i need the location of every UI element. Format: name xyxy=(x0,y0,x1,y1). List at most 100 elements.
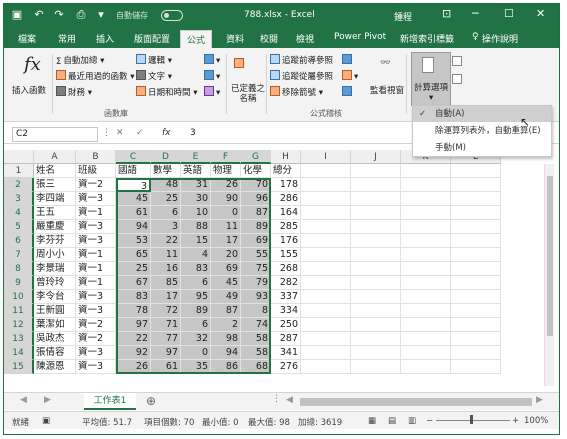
table-cell[interactable]: 71 xyxy=(151,318,181,332)
menu-item-automatic[interactable]: ✓ 自動(A) xyxy=(413,106,551,122)
table-cell[interactable] xyxy=(351,346,401,360)
table-cell[interactable] xyxy=(451,332,501,346)
table-cell[interactable] xyxy=(351,164,401,178)
table-cell[interactable]: 8 xyxy=(241,304,271,318)
table-cell[interactable]: 67 xyxy=(116,276,151,290)
remove-arrows-button[interactable]: 移除箭號 ▾ xyxy=(270,86,323,98)
table-cell[interactable] xyxy=(351,248,401,262)
zoom-slider[interactable] xyxy=(436,420,510,421)
table-cell[interactable] xyxy=(401,318,451,332)
table-cell[interactable] xyxy=(451,290,501,304)
table-cell[interactable]: 17 xyxy=(211,234,241,248)
table-cell[interactable] xyxy=(351,332,401,346)
tab-layout[interactable]: 版面配置 xyxy=(134,32,170,45)
table-cell[interactable] xyxy=(351,318,401,332)
table-cell[interactable]: 48 xyxy=(151,178,181,192)
table-cell[interactable] xyxy=(301,332,351,346)
page-break-icon[interactable]: ▥ xyxy=(408,416,416,426)
logical-button[interactable]: 邏輯 ▾ xyxy=(136,54,172,66)
table-cell[interactable]: 資一3 xyxy=(76,346,116,360)
add-sheet-icon[interactable]: ⊕ xyxy=(146,394,156,408)
table-cell[interactable]: 85 xyxy=(151,276,181,290)
row-header[interactable]: 9 xyxy=(4,276,34,290)
table-cell[interactable]: 6 xyxy=(151,206,181,220)
scroll-thumb[interactable] xyxy=(547,176,553,336)
table-cell[interactable]: 李令台 xyxy=(34,290,76,304)
table-cell[interactable]: 72 xyxy=(151,304,181,318)
table-cell[interactable]: 30 xyxy=(181,192,211,206)
table-cell[interactable]: 26 xyxy=(211,178,241,192)
table-cell[interactable]: 94 xyxy=(116,220,151,234)
redo-icon[interactable]: ↷ xyxy=(52,8,66,22)
table-cell[interactable]: 2 xyxy=(211,318,241,332)
table-cell[interactable]: 176 xyxy=(271,234,301,248)
select-all-corner[interactable] xyxy=(4,150,34,164)
column-header[interactable]: C xyxy=(116,150,151,164)
financial-button[interactable]: 財務 ▾ xyxy=(56,86,92,98)
table-cell[interactable] xyxy=(401,234,451,248)
zoom-in-icon[interactable]: + xyxy=(512,416,519,426)
table-cell[interactable]: 26 xyxy=(116,360,151,374)
save-icon[interactable]: ▣ xyxy=(10,8,24,22)
table-cell[interactable] xyxy=(301,262,351,276)
table-cell[interactable] xyxy=(301,192,351,206)
table-cell[interactable]: 92 xyxy=(116,346,151,360)
table-cell[interactable]: 數學 xyxy=(151,164,181,178)
table-cell[interactable]: 3 xyxy=(116,178,151,192)
datetime-button[interactable]: 日期和時間 ▾ xyxy=(136,86,197,98)
table-cell[interactable]: 資一1 xyxy=(76,248,116,262)
insert-function-button[interactable]: 插入函數 xyxy=(12,84,46,96)
table-cell[interactable]: 74 xyxy=(241,318,271,332)
row-header[interactable]: 2 xyxy=(4,178,34,192)
table-cell[interactable]: 資一3 xyxy=(76,192,116,206)
table-cell[interactable]: 86 xyxy=(211,360,241,374)
table-cell[interactable]: 李四端 xyxy=(34,192,76,206)
table-cell[interactable]: 資一3 xyxy=(76,304,116,318)
more-functions-button[interactable]: ▾ xyxy=(204,86,220,98)
table-cell[interactable]: 6 xyxy=(181,276,211,290)
tab-view[interactable]: 檢視 xyxy=(296,32,314,45)
maximize-icon[interactable]: ☐ xyxy=(504,7,514,20)
table-cell[interactable]: 資一3 xyxy=(76,360,116,374)
user-name[interactable]: 鍾程 xyxy=(394,10,412,23)
hscroll-left-icon[interactable]: ◀ xyxy=(286,395,293,405)
table-cell[interactable] xyxy=(451,178,501,192)
table-cell[interactable] xyxy=(351,178,401,192)
insert-function-icon[interactable]: fx xyxy=(162,128,171,138)
table-cell[interactable]: 資一1 xyxy=(76,276,116,290)
evaluate-formula-button[interactable] xyxy=(342,86,354,98)
table-cell[interactable]: 資一3 xyxy=(76,234,116,248)
calc-options-button[interactable]: 計算選項 ▾ xyxy=(411,52,451,106)
table-cell[interactable]: 285 xyxy=(271,220,301,234)
cancel-icon[interactable]: ✕ xyxy=(116,128,124,138)
formula-input[interactable]: 3 xyxy=(190,128,196,138)
tab-power-pivot[interactable]: Power Pivot xyxy=(334,32,386,42)
table-cell[interactable] xyxy=(351,220,401,234)
calc-now-button[interactable] xyxy=(452,56,464,68)
name-box[interactable]: C2 xyxy=(12,127,98,142)
table-cell[interactable]: 4 xyxy=(181,248,211,262)
table-cell[interactable]: 287 xyxy=(271,332,301,346)
table-cell[interactable]: 張三 xyxy=(34,178,76,192)
undo-icon[interactable]: ↶ xyxy=(32,8,46,22)
table-cell[interactable]: 10 xyxy=(181,206,211,220)
table-cell[interactable]: 曾玲玲 xyxy=(34,276,76,290)
column-header[interactable]: J xyxy=(351,150,401,164)
column-header[interactable]: G xyxy=(241,150,271,164)
table-cell[interactable]: 資一2 xyxy=(76,318,116,332)
tab-review[interactable]: 校閱 xyxy=(260,32,278,45)
table-cell[interactable]: 0 xyxy=(181,346,211,360)
table-cell[interactable] xyxy=(301,164,351,178)
row-header[interactable]: 6 xyxy=(4,234,34,248)
table-cell[interactable]: 11 xyxy=(151,248,181,262)
table-cell[interactable]: 337 xyxy=(271,290,301,304)
table-cell[interactable]: 58 xyxy=(241,346,271,360)
table-cell[interactable] xyxy=(401,290,451,304)
table-cell[interactable]: 70 xyxy=(241,178,271,192)
zoom-out-icon[interactable]: − xyxy=(426,416,433,426)
minimize-icon[interactable]: ─ xyxy=(472,7,479,20)
table-cell[interactable]: 物理 xyxy=(211,164,241,178)
recent-functions-button[interactable]: 最近用過的函數 ▾ xyxy=(56,70,134,82)
table-cell[interactable]: 89 xyxy=(181,304,211,318)
table-cell[interactable] xyxy=(451,192,501,206)
